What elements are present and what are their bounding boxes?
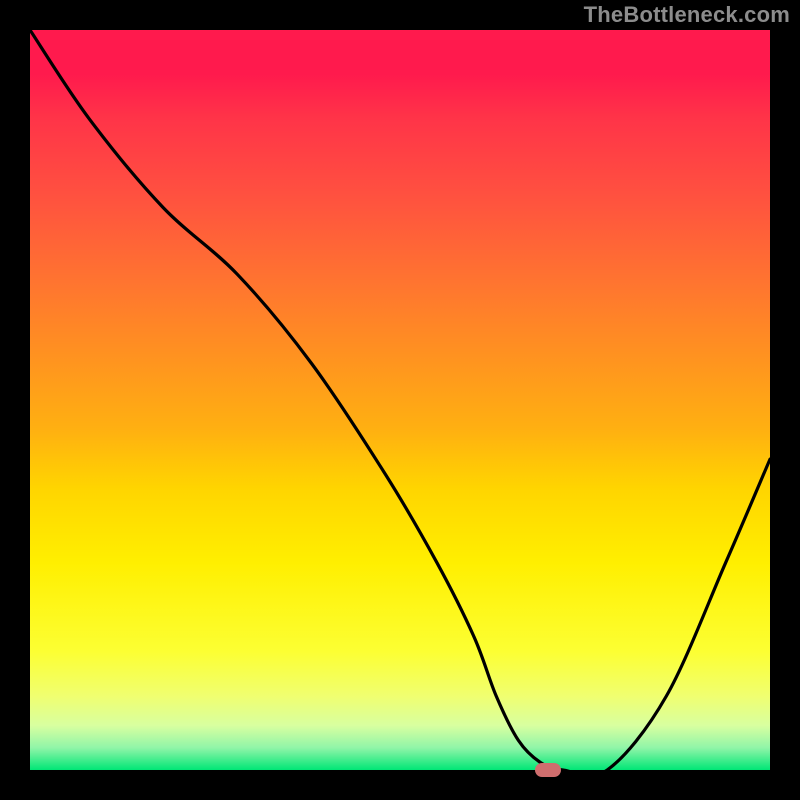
curve-path (30, 30, 770, 770)
plot-area (30, 30, 770, 770)
watermark-label: TheBottleneck.com (584, 2, 790, 28)
chart-frame: TheBottleneck.com (0, 0, 800, 800)
optimal-marker (535, 763, 561, 777)
bottleneck-curve (30, 30, 770, 770)
